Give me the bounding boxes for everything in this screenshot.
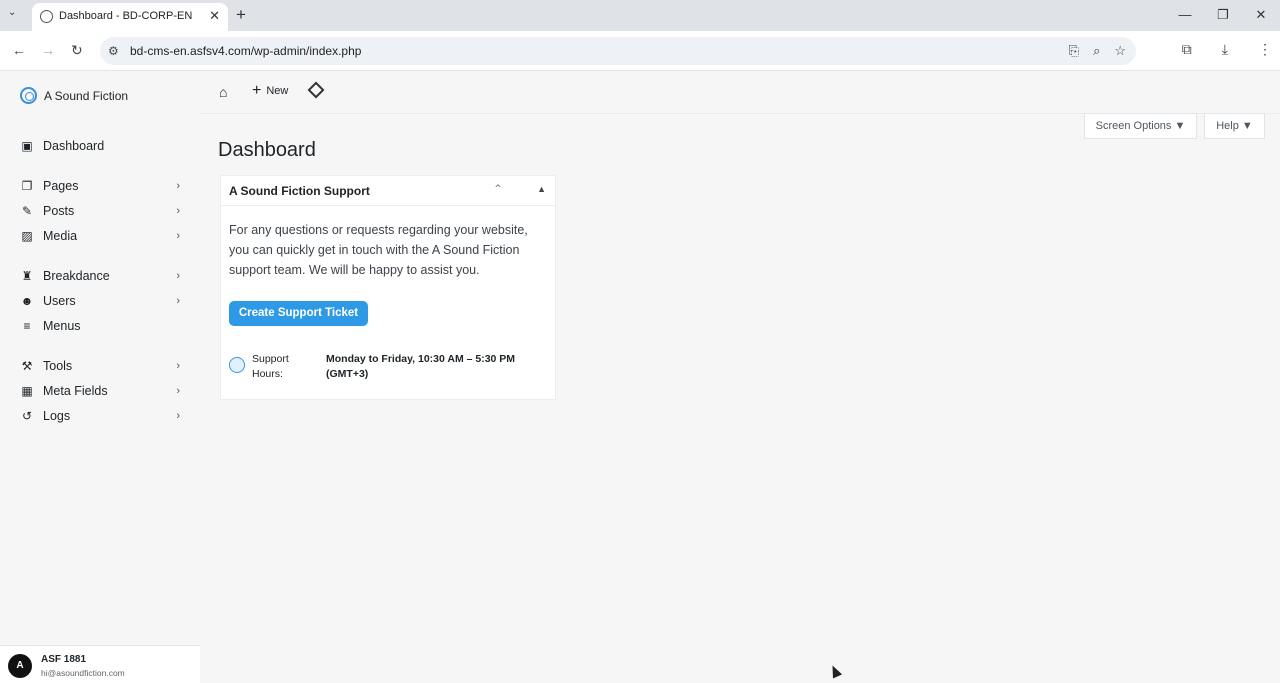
users-icon: ☻ — [20, 294, 34, 308]
sidebar-item-meta-fields[interactable]: ▦ Meta Fields › — [20, 380, 180, 402]
chevron-right-icon: › — [176, 385, 180, 397]
sidebar-item-tools[interactable]: ⚒ Tools › — [20, 355, 180, 377]
help-button[interactable]: Help ▼ — [1204, 113, 1265, 139]
sidebar-item-label: Users — [43, 294, 76, 308]
sidebar-item-menus[interactable]: ≡ Menus — [20, 315, 180, 337]
sidebar-item-label: Media — [43, 229, 78, 243]
widget-body: For any questions or requests regarding … — [229, 223, 528, 277]
new-button[interactable]: + New — [252, 82, 289, 99]
zoom-icon[interactable]: ⌕ — [1093, 43, 1100, 59]
chevron-right-icon: › — [176, 295, 180, 307]
support-hours-label: Support Hours: — [252, 353, 289, 380]
globe-icon — [40, 10, 53, 23]
admin-toolbar: ⌂ + New — [200, 71, 1280, 114]
media-icon: ▨ — [21, 229, 33, 243]
restore-icon[interactable]: ❐ — [1204, 0, 1242, 31]
sidebar-item-label: Pages — [43, 179, 79, 193]
sidebar-item-media[interactable]: ▨ Media › — [20, 225, 180, 247]
address-bar-row: ← → ↻ ⚙ bd-cms-en.asfsv4.com/wp-admin/in… — [0, 31, 1280, 71]
user-account[interactable]: A ASF 1881 hi@asoundfiction.com — [0, 645, 200, 683]
extensions-icon[interactable]: ⧉ — [1182, 41, 1192, 58]
back-icon[interactable]: ← — [12, 42, 26, 58]
sidebar-item-label: Tools — [43, 359, 73, 373]
brand-name: A Sound Fiction — [44, 88, 129, 103]
tab-title: Dashboard - BD-CORP-EN — [59, 10, 193, 22]
minimize-icon[interactable]: — — [1166, 0, 1204, 31]
sidebar-item-label: Breakdance — [43, 269, 110, 283]
support-widget: A Sound Fiction Support ⌃ ▲ For any ques… — [220, 175, 556, 400]
logs-icon: ↺ — [21, 409, 33, 423]
sidebar-item-label: Logs — [43, 409, 71, 423]
tab-list-chevron-icon[interactable]: ⌄ — [8, 7, 24, 23]
support-hours-value: Monday to Friday, 10:30 AM – 5:30 PM (GM… — [326, 353, 516, 380]
sidebar-item-label: Posts — [43, 204, 75, 218]
address-bar[interactable]: ⚙ bd-cms-en.asfsv4.com/wp-admin/index.ph… — [100, 37, 1136, 65]
plus-icon: + — [252, 82, 262, 99]
close-window-icon[interactable]: ✕ — [1242, 0, 1280, 31]
download-icon[interactable]: ⤓ — [1222, 41, 1228, 58]
forward-icon[interactable]: → — [41, 42, 55, 58]
meta-fields-icon: ▦ — [21, 384, 33, 398]
new-tab-icon[interactable]: + — [236, 5, 246, 25]
sidebar-item-label: Dashboard — [43, 139, 105, 153]
posts-icon: ✎ — [21, 204, 33, 218]
translate-icon[interactable]: ⎘ — [1069, 43, 1079, 59]
new-label: New — [266, 85, 289, 97]
avatar: A — [8, 654, 32, 678]
site-info-icon[interactable]: ⚙ — [108, 44, 119, 58]
widget-header: A Sound Fiction Support ⌃ ▲ — [221, 176, 555, 206]
menus-icon: ≡ — [23, 319, 31, 333]
bookmark-star-icon[interactable]: ☆ — [1114, 43, 1126, 59]
chevron-right-icon: › — [176, 180, 180, 192]
window-controls: — ❐ ✕ — [1166, 0, 1280, 31]
sidebar-item-logs[interactable]: ↺ Logs › — [20, 405, 180, 427]
chevron-right-icon: › — [176, 205, 180, 217]
triangle-up-icon[interactable]: ▲ — [537, 184, 546, 194]
chevron-right-icon: › — [176, 410, 180, 422]
sidebar-item-dashboard[interactable]: ▣ Dashboard — [20, 135, 180, 157]
widget-title: A Sound Fiction Support — [229, 184, 370, 198]
admin-sidebar: A Sound Fiction ▣ Dashboard ❐ Pages › ✎ … — [0, 71, 200, 683]
pages-icon: ❐ — [21, 179, 33, 193]
sidebar-item-label: Menus — [43, 319, 81, 333]
sidebar-item-pages[interactable]: ❐ Pages › — [20, 175, 180, 197]
chevron-right-icon: › — [176, 230, 180, 242]
dashboard-icon: ▣ — [21, 139, 33, 153]
home-icon[interactable]: ⌂ — [219, 84, 227, 100]
create-support-ticket-button[interactable]: Create Support Ticket — [229, 301, 368, 326]
page-title: Dashboard — [218, 139, 316, 161]
breakdance-icon: ♜ — [21, 269, 33, 283]
brand-logo-icon — [20, 87, 37, 104]
browser-menu-icon[interactable]: ⋮ — [1258, 41, 1272, 58]
user-name: ASF 1881 — [41, 654, 87, 665]
chevron-right-icon: › — [176, 270, 180, 282]
sidebar-item-label: Meta Fields — [43, 384, 108, 398]
sidebar-item-posts[interactable]: ✎ Posts › — [20, 200, 180, 222]
tab-close-icon[interactable]: ✕ — [209, 8, 220, 24]
url-text[interactable]: bd-cms-en.asfsv4.com/wp-admin/index.php — [130, 44, 361, 58]
admin-area: A Sound Fiction ▣ Dashboard ❐ Pages › ✎ … — [0, 71, 1280, 683]
clock-icon — [229, 357, 245, 373]
sidebar-item-breakdance[interactable]: ♜ Breakdance › — [20, 265, 180, 287]
chevron-right-icon: › — [176, 360, 180, 372]
reload-icon[interactable]: ↻ — [71, 42, 83, 59]
user-email: hi@asoundfiction.com — [41, 668, 125, 678]
tools-icon: ⚒ — [21, 359, 33, 373]
breakdance-diamond-icon[interactable] — [307, 81, 325, 99]
browser-tab[interactable]: Dashboard - BD-CORP-EN ✕ — [32, 3, 228, 31]
browser-tab-bar: ⌄ Dashboard - BD-CORP-EN ✕ + — ❐ ✕ — [0, 0, 1280, 31]
sidebar-item-users[interactable]: ☻ Users › — [20, 290, 180, 312]
brand[interactable]: A Sound Fiction — [20, 87, 128, 104]
chevron-up-icon[interactable]: ⌃ — [493, 182, 503, 196]
screen-options-button[interactable]: Screen Options ▼ — [1084, 113, 1197, 139]
